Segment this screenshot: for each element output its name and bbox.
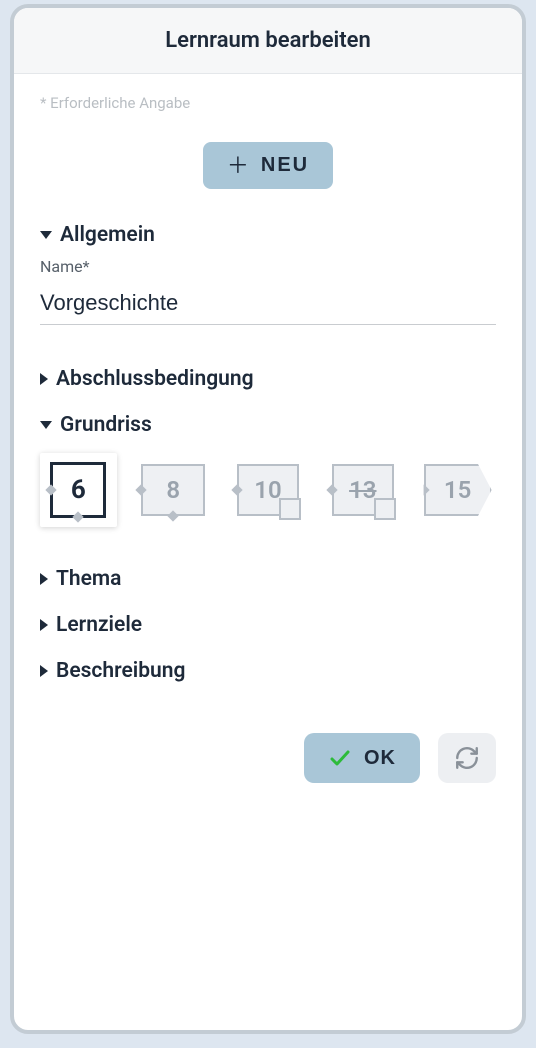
neu-button-label: NEU	[261, 154, 309, 177]
grundriss-option-label: 8	[166, 476, 180, 504]
name-label: Name*	[40, 257, 496, 276]
section-allgemein-body: Name*	[40, 257, 496, 345]
chevron-right-icon	[40, 665, 48, 677]
chevron-down-icon	[40, 421, 52, 429]
plus-icon: ＋	[227, 155, 251, 177]
neu-button[interactable]: ＋ NEU	[203, 142, 333, 189]
footer-actions: OK	[40, 733, 496, 783]
section-lernziele-label: Lernziele	[56, 613, 142, 637]
refresh-icon	[454, 745, 480, 771]
section-grundriss-label: Grundriss	[60, 413, 152, 437]
grundriss-option-label: 6	[71, 475, 86, 505]
section-allgemein-header[interactable]: Allgemein	[40, 223, 496, 247]
section-lernziele-header[interactable]: Lernziele	[40, 613, 496, 637]
section-thema-label: Thema	[56, 567, 121, 591]
chevron-right-icon	[40, 373, 48, 385]
grundriss-option-10[interactable]: 10	[230, 453, 307, 527]
grundriss-option-label: 15	[444, 476, 471, 504]
page-title: Lernraum bearbeiten	[14, 28, 522, 53]
grundriss-option-label: 10	[254, 476, 281, 504]
required-hint: * Erforderliche Angabe	[40, 94, 496, 112]
section-beschreibung-label: Beschreibung	[56, 659, 185, 683]
chevron-right-icon	[40, 573, 48, 585]
section-thema-header[interactable]: Thema	[40, 567, 496, 591]
chevron-right-icon	[40, 619, 48, 631]
section-beschreibung-header[interactable]: Beschreibung	[40, 659, 496, 683]
title-bar: Lernraum bearbeiten	[14, 8, 522, 74]
grundriss-option-15[interactable]: 15	[419, 453, 496, 527]
grundriss-options: 6 8 10 13	[40, 453, 496, 527]
section-abschluss-header[interactable]: Abschlussbedingung	[40, 367, 496, 391]
neu-row: ＋ NEU	[40, 142, 496, 189]
chevron-down-icon	[40, 231, 52, 239]
section-abschluss-label: Abschlussbedingung	[56, 367, 254, 391]
section-allgemein-label: Allgemein	[60, 223, 155, 247]
ok-button-label: OK	[364, 747, 396, 770]
edit-lernraum-panel: Lernraum bearbeiten * Erforderliche Anga…	[10, 4, 526, 1034]
grundriss-option-label: 13	[349, 476, 376, 504]
name-input[interactable]	[40, 284, 496, 325]
grundriss-option-8[interactable]: 8	[135, 453, 212, 527]
grundriss-option-6[interactable]: 6	[40, 453, 117, 527]
check-icon	[328, 746, 352, 770]
panel-body: * Erforderliche Angabe ＋ NEU Allgemein N…	[14, 74, 522, 1030]
grundriss-option-13[interactable]: 13	[324, 453, 401, 527]
section-grundriss-header[interactable]: Grundriss	[40, 413, 496, 437]
ok-button[interactable]: OK	[304, 733, 420, 783]
refresh-button[interactable]	[438, 733, 496, 783]
